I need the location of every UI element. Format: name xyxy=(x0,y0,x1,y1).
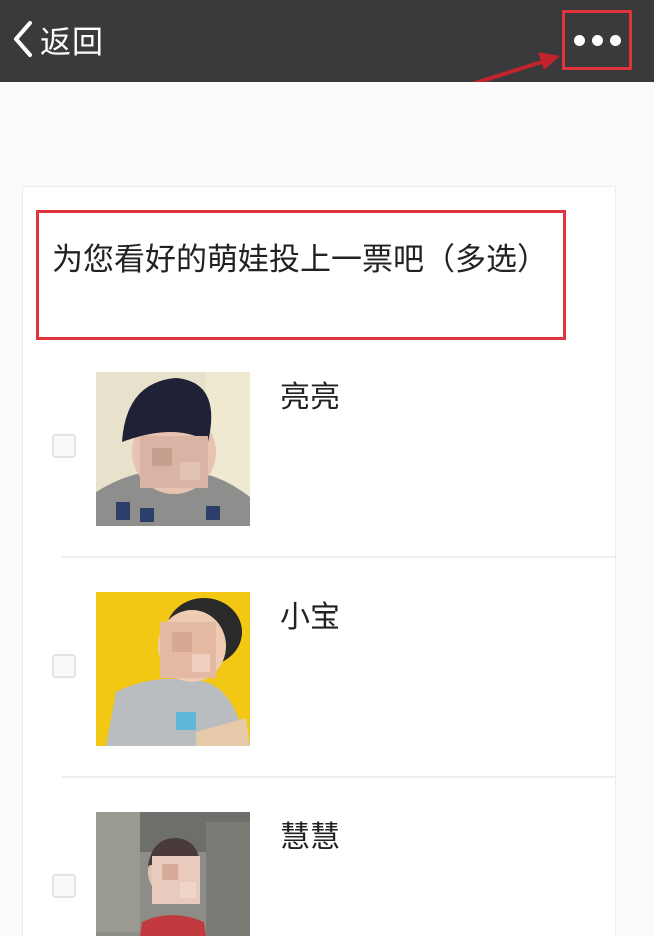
option-label-2: 小宝 xyxy=(280,600,340,635)
option-photo-2 xyxy=(96,592,250,746)
child-photo xyxy=(96,592,250,746)
option-checkbox-3[interactable] xyxy=(52,874,76,898)
dot xyxy=(609,34,621,46)
child-photo xyxy=(96,372,250,526)
dot xyxy=(591,34,603,46)
more-button[interactable] xyxy=(562,10,632,70)
back-label: 返回 xyxy=(40,24,104,61)
option-photo-1 xyxy=(96,372,250,526)
child-photo xyxy=(96,812,250,936)
option-checkbox-1[interactable] xyxy=(52,434,76,458)
poll-question: 为您看好的萌娃投上一票吧（多选） xyxy=(52,242,548,278)
option-photo-3 xyxy=(96,812,250,936)
option-label-3: 慧慧 xyxy=(280,820,340,855)
more-dots-icon xyxy=(573,34,621,46)
back-button[interactable]: 返回 xyxy=(8,14,104,64)
chevron-left-icon xyxy=(14,21,32,57)
option-label-1: 亮亮 xyxy=(280,380,340,415)
option-divider xyxy=(62,556,616,558)
option-divider xyxy=(62,776,616,778)
option-checkbox-2[interactable] xyxy=(52,654,76,678)
page: 返回 为您看好的萌娃投上一票吧（多选） 亮亮 小宝 慧慧 xyxy=(0,0,654,936)
dot xyxy=(573,34,585,46)
